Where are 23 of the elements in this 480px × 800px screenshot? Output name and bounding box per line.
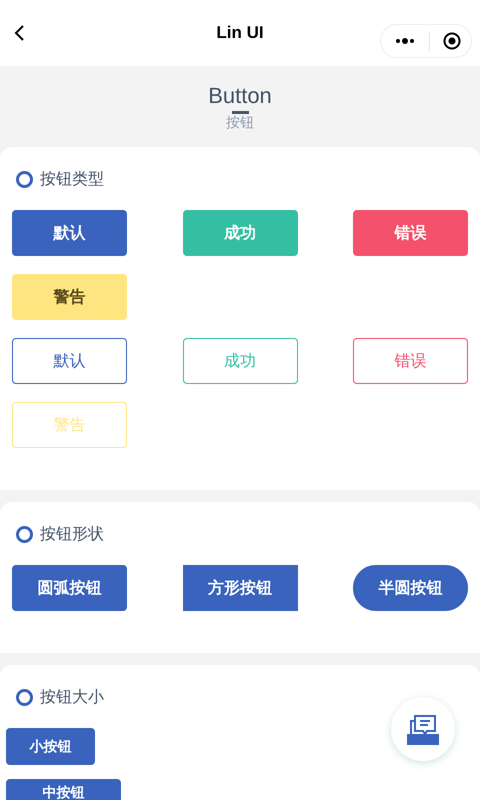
nav-title: Lin UI bbox=[215, 23, 265, 43]
section-title: 按钮大小 bbox=[40, 687, 104, 708]
close-target-icon[interactable] bbox=[443, 32, 461, 50]
button[interactable]: 默认 bbox=[12, 210, 127, 256]
button[interactable]: 圆弧按钮 bbox=[12, 565, 127, 611]
button[interactable]: 半圆按钮 bbox=[353, 565, 468, 611]
button[interactable]: 警告 bbox=[12, 274, 127, 320]
button[interactable]: 方形按钮 bbox=[182, 565, 298, 611]
page-subtitle: 按钮 bbox=[226, 114, 254, 132]
page-title: Button bbox=[208, 82, 272, 110]
more-icon[interactable] bbox=[395, 37, 415, 45]
section-title: 按钮类型 bbox=[40, 169, 104, 190]
button[interactable]: 错误 bbox=[353, 210, 468, 256]
button[interactable]: 错误 bbox=[353, 338, 468, 384]
ring-icon bbox=[16, 171, 33, 188]
ring-icon bbox=[16, 526, 33, 543]
button[interactable]: 默认 bbox=[12, 338, 127, 384]
back-icon[interactable] bbox=[12, 24, 26, 42]
inbox-icon bbox=[406, 712, 440, 746]
section-title: 按钮形状 bbox=[40, 524, 104, 545]
ring-icon bbox=[16, 689, 33, 706]
button[interactable]: 小按钮 bbox=[6, 728, 95, 765]
button[interactable]: 中按钮 bbox=[6, 779, 121, 800]
